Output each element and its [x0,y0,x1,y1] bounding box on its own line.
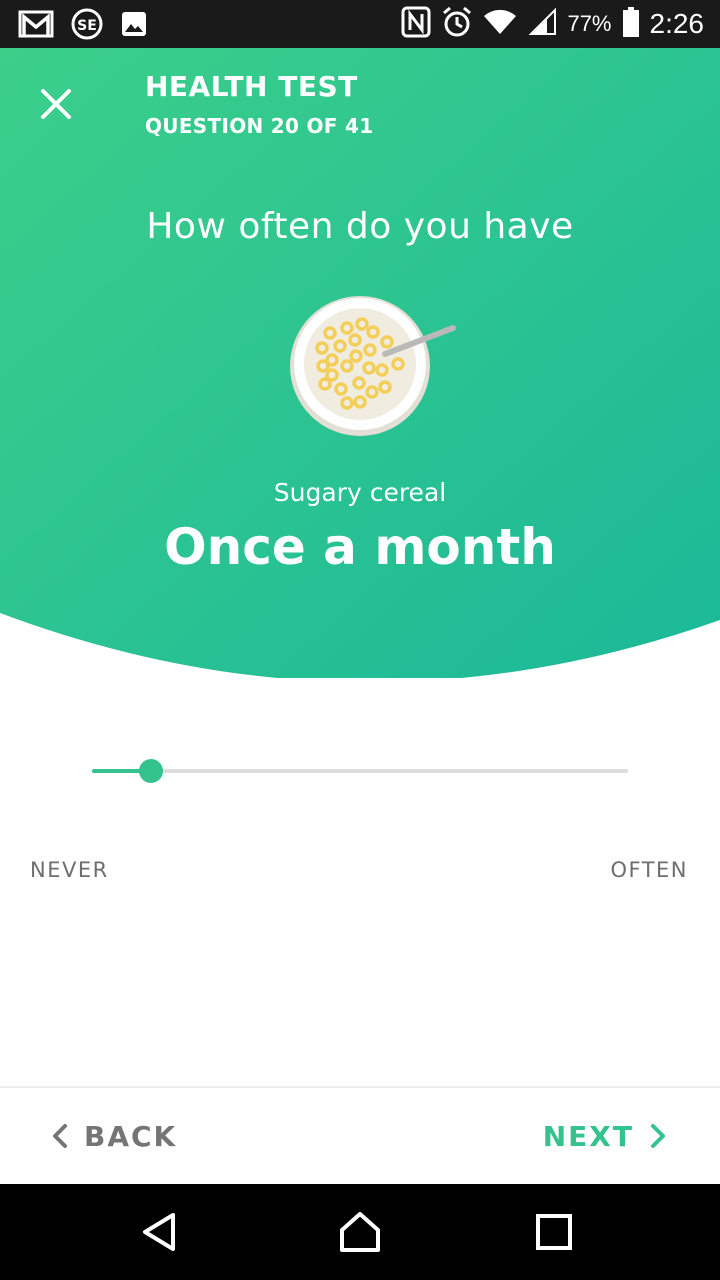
back-button[interactable]: BACK [50,1108,177,1164]
next-label: NEXT [542,1119,634,1153]
page-title: HEALTH TEST [145,70,358,103]
system-status: 77% 2:26 [401,6,704,42]
system-navigation-bar [0,1184,720,1280]
close-icon [41,89,71,119]
home-icon [340,1212,380,1252]
gmail-icon [18,9,54,43]
battery-percentage: 77% [567,11,612,36]
battery-icon [622,6,640,42]
stocard-icon: SE [70,8,104,44]
wifi-icon [483,8,517,40]
divider [0,1086,720,1088]
question-counter: QUESTION 20 OF 41 [145,114,374,138]
scale-min-label: NEVER [30,858,109,882]
scale-max-label: OFTEN [610,858,688,882]
frequency-slider[interactable] [92,752,628,790]
alarm-icon [441,6,473,42]
slider-track[interactable] [92,769,628,773]
gallery-icon [120,10,148,42]
selected-frequency: Once a month [164,518,556,576]
cereal-bowl-icon [285,286,465,450]
close-button[interactable] [30,78,82,130]
svg-text:SE: SE [77,18,97,34]
recents-square-icon [536,1214,572,1250]
question-header: HEALTH TEST QUESTION 20 OF 41 How often … [0,48,720,678]
status-bar: SE 77% 2:26 [0,0,720,48]
nfc-icon [401,6,431,42]
system-home-button[interactable] [338,1210,382,1254]
system-back-button[interactable] [138,1210,182,1254]
signal-icon [527,7,557,40]
system-recents-button[interactable] [532,1210,576,1254]
triangle-back-icon [143,1213,175,1251]
notification-icons: SE [18,8,148,44]
next-button[interactable]: NEXT [543,1108,668,1164]
health-test-screen: SE 77% 2:26 HEALTH TEST QUESTION 20 OF 4… [0,0,720,1280]
back-label: BACK [84,1119,178,1153]
chevron-left-icon [53,1124,67,1148]
food-name: Sugary cereal [273,478,447,507]
chevron-right-icon [651,1124,665,1148]
question-prompt: How often do you have [146,206,574,247]
clock: 2:26 [649,8,705,39]
slider-thumb[interactable] [139,759,163,783]
